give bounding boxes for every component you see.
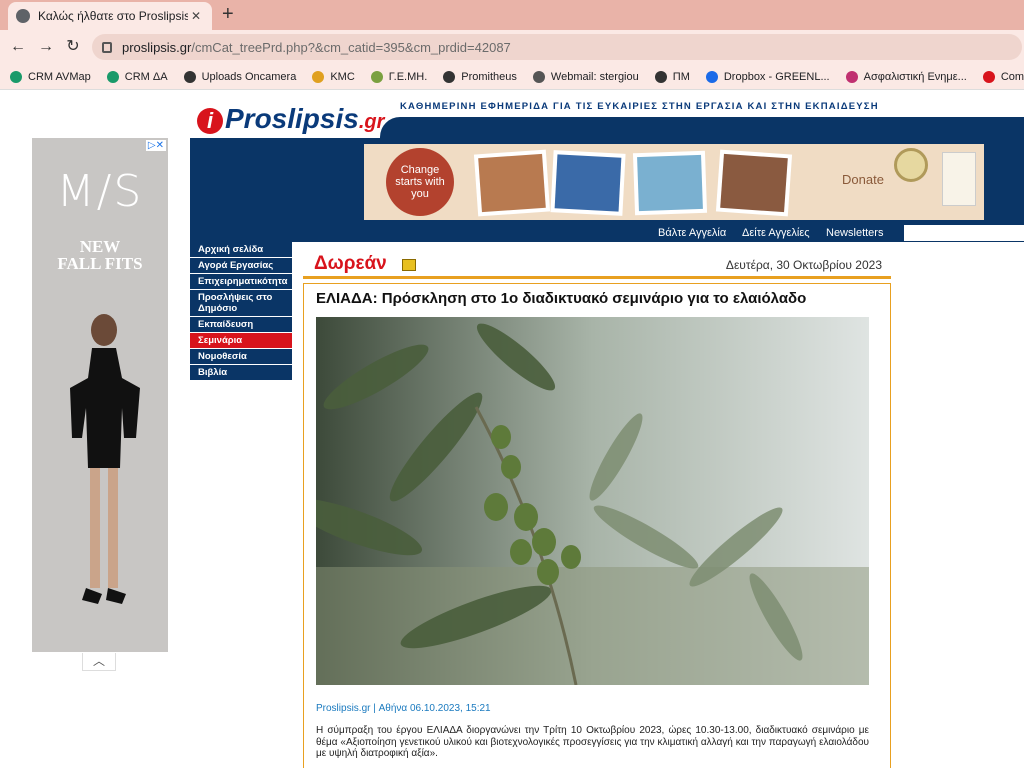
- menu-item[interactable]: Αρχική σελίδα: [190, 242, 292, 258]
- donate-banner[interactable]: Change starts with you Donate: [364, 144, 984, 220]
- top-nav: Βάλτε Αγγελία Δείτε Αγγελίες Newsletters: [190, 224, 1024, 242]
- article-photo: [316, 317, 869, 685]
- olive-branch-image: [316, 317, 869, 685]
- left-menu: Αρχική σελίδα Αγορά Εργασίας Επιχειρηματικ…: [190, 242, 292, 381]
- bookmark-label: Uploads Oncamera: [201, 70, 297, 83]
- bookmark-label: CRM ΔΑ: [124, 70, 168, 83]
- banner-photo: [550, 150, 626, 216]
- new-tab-button[interactable]: +: [222, 4, 234, 24]
- category-title: Δωρεάν: [314, 253, 387, 274]
- bookmark-label: ΠΜ: [672, 70, 690, 83]
- bookmark-label: Webmail: stergiou: [550, 70, 639, 83]
- bookmark-label: Dropbox - GREENL...: [723, 70, 830, 83]
- article-body: Η σύμπραξη του έργου ΕΛΙΑΔΑ διοργανώνει …: [316, 725, 869, 759]
- bookmark-icon: [10, 70, 22, 83]
- nav-post-ad[interactable]: Βάλτε Αγγελία: [658, 227, 726, 239]
- logo-i: i: [197, 108, 223, 134]
- browser-tab[interactable]: Καλώς ήλθατε στο Proslipsis.gr ✕: [8, 2, 212, 30]
- tab-title: Καλώς ήλθατε στο Proslipsis.gr: [38, 9, 188, 23]
- article-title[interactable]: ΕΛΙΑΔΑ: Πρόσκληση στο 1ο διαδικτυακό σεμ…: [316, 290, 806, 307]
- url-path: /cmCat_treePrd.php?&cm_catid=395&cm_prdi…: [191, 39, 511, 55]
- bookmark-item[interactable]: Uploads Oncamera: [183, 70, 297, 83]
- globe-icon: [16, 9, 30, 23]
- site-logo[interactable]: i Proslipsis.gr: [197, 103, 384, 135]
- bookmark-icon: [443, 70, 456, 83]
- reload-icon[interactable]: ↻: [63, 37, 83, 57]
- bookmark-label: Ασφαλιστική Ενημε...: [863, 70, 967, 83]
- menu-item[interactable]: Επιχειρηματικότητα: [190, 274, 292, 290]
- url-host: proslipsis.gr: [122, 39, 192, 55]
- bookmark-item[interactable]: Webmail: stergiou: [532, 70, 639, 83]
- bookmark-item[interactable]: Compress PDFs: [982, 70, 1024, 83]
- ad-collapse-button[interactable]: ︿: [82, 653, 116, 671]
- address-bar: ← → ↻ proslipsis.gr/cmCat_treePrd.php?&c…: [0, 30, 1024, 64]
- bookmark-icon: [183, 70, 196, 83]
- nav-view-ads[interactable]: Δείτε Αγγελίες: [742, 227, 810, 239]
- advertisement[interactable]: ▷✕ M/S NEW FALL FITS: [32, 138, 168, 652]
- menu-item[interactable]: Προσλήψεις στο Δημόσιο: [190, 290, 292, 317]
- tab-bar: Καλώς ήλθατε στο Proslipsis.gr ✕ +: [0, 0, 1024, 30]
- bookmark-item[interactable]: Dropbox - GREENL...: [705, 70, 830, 83]
- lock-icon: [102, 41, 112, 53]
- bookmark-item[interactable]: Promitheus: [443, 70, 517, 83]
- nav-newsletters[interactable]: Newsletters: [826, 227, 883, 239]
- bookmark-icon: [845, 70, 858, 83]
- bookmark-icon: [982, 70, 995, 83]
- bookmark-label: CRM AVMap: [28, 70, 91, 83]
- banner-photo: [473, 149, 551, 217]
- bookmark-icon: [532, 70, 545, 83]
- bookmark-label: Compress PDFs: [1000, 70, 1024, 83]
- web-page: ▷✕ M/S NEW FALL FITS ︿ i Proslipsis.gr ΚΑ…: [0, 91, 1024, 768]
- seal-icon: [894, 148, 928, 182]
- page-date: Δευτέρα, 30 Οκτωβρίου 2023: [725, 258, 882, 272]
- bookmark-item[interactable]: Ασφαλιστική Ενημε...: [845, 70, 967, 83]
- banner-donate-text: Donate: [842, 172, 884, 187]
- banner-photo: [632, 150, 708, 216]
- menu-item[interactable]: Νομοθεσία: [190, 349, 292, 365]
- search-input[interactable]: [904, 225, 1024, 241]
- bookmark-item[interactable]: CRM AVMap: [10, 70, 91, 83]
- menu-item[interactable]: Αγορά Εργασίας: [190, 258, 292, 274]
- bookmark-label: KMC: [330, 70, 355, 83]
- url-input[interactable]: proslipsis.gr/cmCat_treePrd.php?&cm_cati…: [92, 34, 1022, 60]
- bookmark-item[interactable]: Γ.Ε.ΜΗ.: [370, 70, 428, 83]
- banner-circle: Change starts with you: [386, 148, 454, 216]
- category-divider: [303, 276, 891, 279]
- header-band-curve: [380, 117, 1024, 139]
- banner-photo: [715, 149, 793, 217]
- bookmark-icon: [705, 70, 718, 83]
- bookmark-icon: [370, 70, 383, 83]
- forward-arrow-icon[interactable]: →: [36, 37, 56, 57]
- bookmark-item[interactable]: ΠΜ: [654, 70, 690, 83]
- menu-item[interactable]: Εκπαίδευση: [190, 317, 292, 333]
- bookmarks-bar: CRM AVMap CRM ΔΑ Uploads Oncamera KMC Γ.Ε.ΜΗ…: [0, 64, 1024, 90]
- bookmark-label: Promitheus: [461, 70, 517, 83]
- article-byline: Proslipsis.gr | Αθήνα 06.10.2023, 15:21: [316, 703, 491, 714]
- menu-item[interactable]: Βιβλία: [190, 365, 292, 381]
- ad-model-image: [70, 314, 140, 604]
- logo-name: Proslipsis: [225, 103, 359, 134]
- bookmark-icon: [312, 70, 325, 83]
- folder-icon[interactable]: [402, 259, 416, 271]
- bookmark-item[interactable]: KMC: [312, 70, 355, 83]
- bookmark-icon: [106, 70, 119, 83]
- bookmark-label: Γ.Ε.ΜΗ.: [388, 70, 428, 83]
- close-icon[interactable]: ✕: [188, 9, 204, 23]
- menu-item[interactable]: Σεμινάρια: [190, 333, 292, 349]
- bookmark-icon: [654, 70, 667, 83]
- book-icon: [942, 152, 976, 206]
- site-tagline: ΚΑΘΗΜΕΡΙΝΗ ΕΦΗΜΕΡΙΔΑ ΓΙΑ ΤΙΣ ΕΥΚΑΙΡΙΕΣ Σ…: [400, 101, 879, 112]
- bookmark-item[interactable]: CRM ΔΑ: [106, 70, 168, 83]
- back-arrow-icon[interactable]: ←: [8, 37, 28, 57]
